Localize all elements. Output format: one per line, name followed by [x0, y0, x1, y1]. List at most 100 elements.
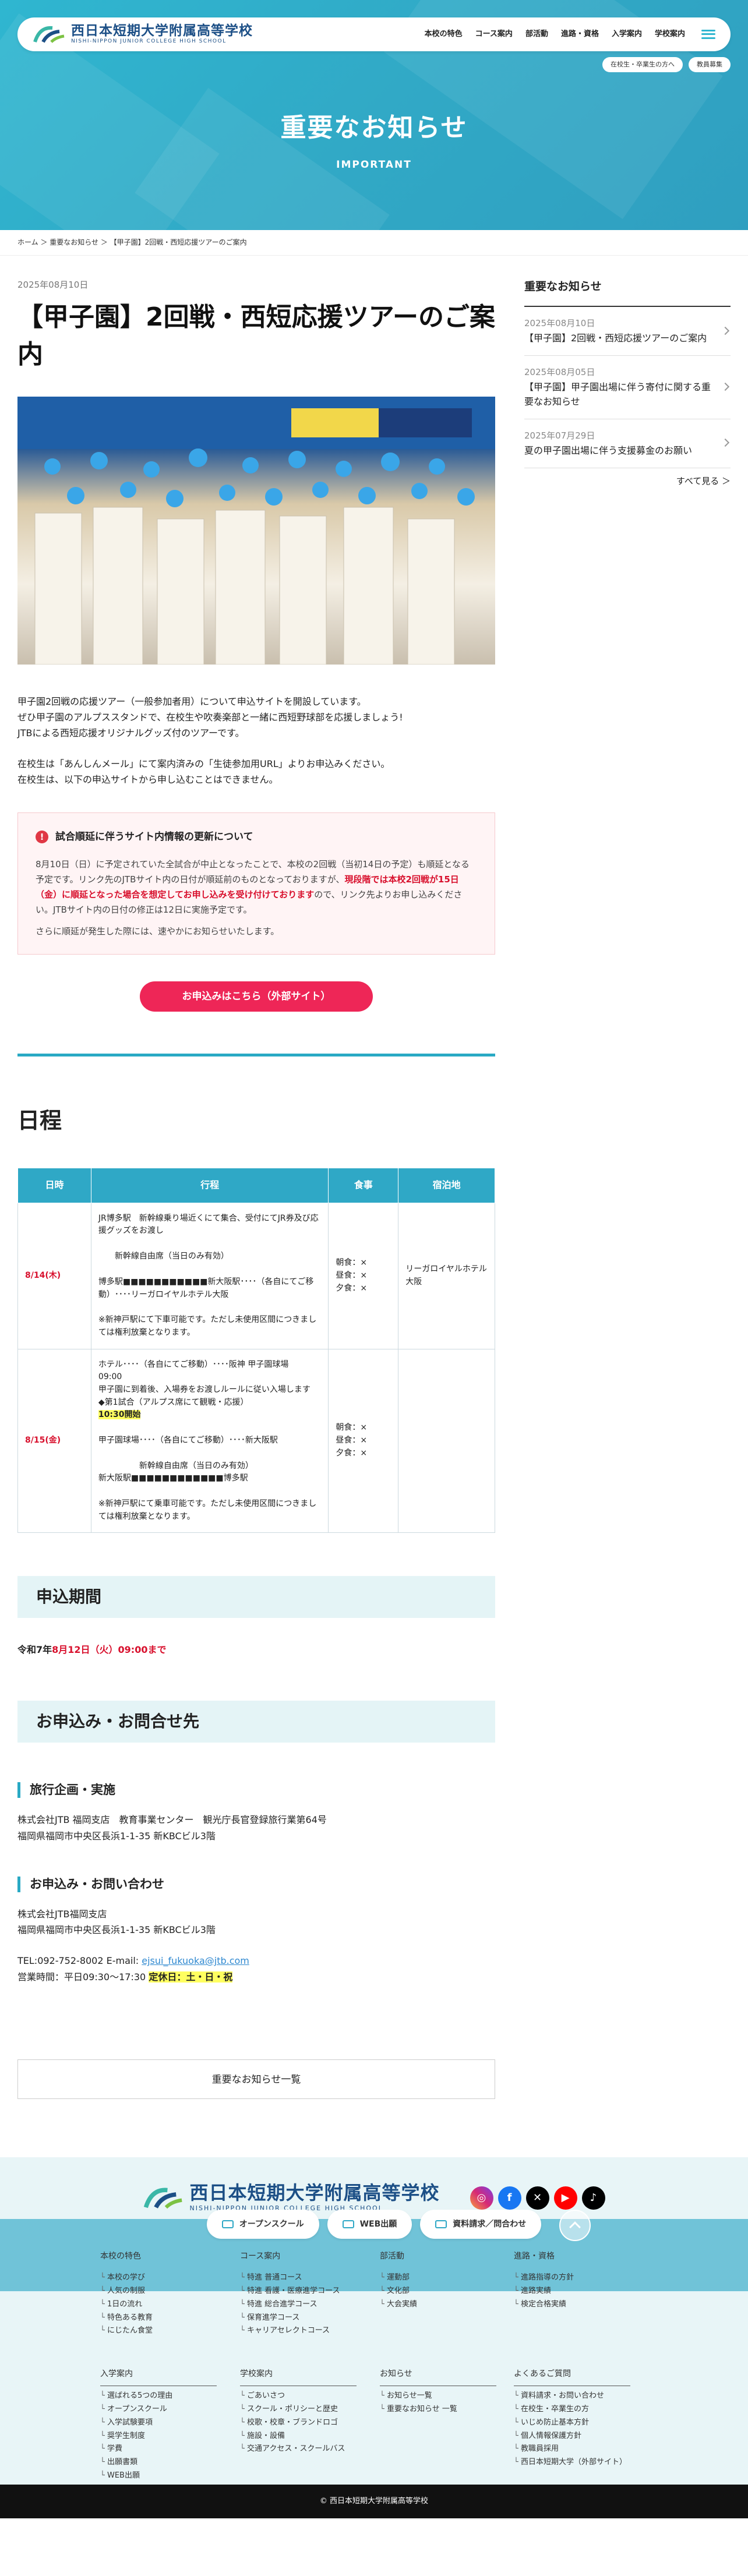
footer-link[interactable]: 進路実績 [514, 2285, 630, 2298]
footer-column-heading[interactable]: 本校の特色 [100, 2249, 217, 2268]
facebook-icon[interactable]: f [498, 2186, 521, 2210]
footer-link[interactable]: 個人情報保護方針 [514, 2430, 630, 2443]
request-info-button[interactable]: 資料請求／問合わせ [420, 2209, 542, 2239]
footer-link[interactable]: 進路指導の方針 [514, 2271, 630, 2285]
footer-column-heading[interactable]: 部活動 [380, 2249, 496, 2268]
section-divider [17, 1053, 495, 1056]
itinerary-line: 甲子園球場････（各自にてご移動）････新大阪駅 [98, 1436, 278, 1446]
x-icon[interactable]: ✕ [525, 2186, 549, 2210]
nav-clubs[interactable]: 部活動 [525, 29, 548, 41]
footer-column-heading[interactable]: コース案内 [240, 2249, 357, 2268]
subnav-recruit[interactable]: 教員募集 [689, 57, 731, 72]
nav-about[interactable]: 学校案内 [655, 29, 685, 41]
footer-link[interactable]: 人気の制服 [100, 2285, 217, 2298]
tiktok-icon[interactable]: ♪ [581, 2186, 605, 2210]
inquiry-line: 株式会社JTB福岡支店 [17, 1909, 107, 1920]
article-date: 2025年08月10日 [17, 280, 89, 290]
footer-link[interactable]: 施設・設備 [240, 2430, 357, 2443]
see-all-link[interactable]: すべて見る ＞ [524, 474, 731, 488]
footer-link[interactable]: 奨学生制度 [100, 2430, 217, 2443]
intro-line: ぜひ甲子園のアルプススタンドで、在校生や吹奏楽部と一緒に西短野球部を応援しましょ… [17, 711, 403, 723]
footer-link[interactable]: 特進 普通コース [240, 2271, 357, 2285]
footer-column-heading[interactable]: 入学案内 [100, 2367, 217, 2387]
table-header: 宿泊地 [398, 1167, 495, 1203]
sidebar-item[interactable]: 2025年08月05日 【甲子園】甲子園出場に伴う寄付に関する重要なお知らせ [524, 356, 731, 419]
footer-link[interactable]: 入学試験要項 [100, 2416, 217, 2430]
schedule-title: 日程 [17, 1107, 62, 1133]
footer-link[interactable]: 検定合格実績 [514, 2298, 630, 2312]
footer-column-heading[interactable]: 学校案内 [240, 2367, 357, 2387]
logo-mark-icon [33, 24, 65, 44]
footer-link[interactable]: 資料請求・お問い合わせ [514, 2390, 630, 2403]
itinerary-line: 新大阪駅■■■■■■■■■■■■博多駅 [98, 1473, 248, 1483]
footer-link[interactable]: いじめ防止基本方針 [514, 2416, 630, 2430]
page-subtitle: IMPORTANT [336, 159, 412, 171]
footer-link[interactable]: 選ばれる5つの理由 [100, 2390, 217, 2403]
footer-link[interactable]: 大会実績 [380, 2298, 496, 2312]
instagram-icon[interactable]: ◎ [470, 2186, 493, 2210]
nav-career[interactable]: 進路・資格 [561, 29, 599, 41]
footer-link[interactable]: 運動部 [380, 2271, 496, 2285]
inquiry-line: 福岡県福岡市中央区長浜1-1-35 新KBCビル3階 [17, 1924, 216, 1936]
sidebar-item[interactable]: 2025年07月29日 夏の甲子園出場に伴う支援募金のお願い [524, 419, 731, 468]
apply-button[interactable]: お申込みはこちら（外部サイト） [140, 981, 373, 1012]
meal-item: 朝食：× [336, 1423, 368, 1433]
nav-admission[interactable]: 入学案内 [612, 29, 642, 41]
footer-link[interactable]: 西日本短期大学（外部サイト） [514, 2456, 630, 2469]
table-row: 8/14(木) JR博多駅 新幹線乗り場近くにて集合、受付にてJR券及び応援グッズ… [17, 1202, 495, 1349]
footer-link[interactable]: 本校の学び [100, 2271, 217, 2285]
start-time: 10:30開始 [98, 1410, 141, 1420]
web-application-button[interactable]: WEB出願 [327, 2209, 412, 2239]
itinerary-line: ホテル････（各自にてご移動）････阪神 甲子園球場 [98, 1359, 289, 1369]
footer-link[interactable]: 学費 [100, 2443, 217, 2456]
schedule-itinerary: JR博多駅 新幹線乗り場近くにて集合、受付にてJR券及び応援グッズをお渡し 新幹… [90, 1202, 329, 1349]
footer-link[interactable]: 1日の流れ [100, 2298, 217, 2312]
period-prefix: 令和7年 [17, 1644, 52, 1656]
site-logo[interactable]: 西日本短期大学附属高等学校 NISHI-NIPPON JUNIOR COLLEG… [33, 24, 253, 44]
footer-link[interactable]: 出願書類 [100, 2456, 217, 2469]
table-row: 8/15(金) ホテル････（各自にてご移動）････阪神 甲子園球場 09:00… [17, 1348, 495, 1533]
footer-link[interactable]: 保育進学コース [240, 2312, 357, 2325]
menu-icon[interactable] [701, 29, 715, 39]
footer-column: よくあるご質問資料請求・お問い合わせ在校生・卒業生の方いじめ防止基本方針個人情報… [514, 2367, 630, 2469]
breadcrumb[interactable]: ホーム ＞ 重要なお知らせ ＞ 【甲子園】2回戦・西短応援ツアーのご案内 [0, 230, 748, 256]
footer-column: 入学案内選ばれる5つの理由オープンスクール入学試験要項奨学生制度学費出願書類WE… [100, 2367, 217, 2483]
footer-link[interactable]: 特進 看護・医療進学コース [240, 2285, 357, 2298]
email-link[interactable]: ejsui_fukuoka@jtb.com [142, 1955, 249, 1966]
footer-logo[interactable]: 西日本短期大学附属高等学校 NISHI-NIPPON JUNIOR COLLEG… [143, 2181, 440, 2214]
footer-link[interactable]: 文化部 [380, 2285, 496, 2298]
notice-list-button[interactable]: 重要なお知らせ一覧 [17, 2059, 495, 2099]
hero: 西日本短期大学附属高等学校 NISHI-NIPPON JUNIOR COLLEG… [0, 0, 748, 230]
footer-link[interactable]: 特進 総合進学コース [240, 2298, 357, 2312]
footer-link[interactable]: お知らせ一覧 [380, 2390, 496, 2403]
footer-link[interactable]: 在校生・卒業生の方 [514, 2403, 630, 2416]
back-to-top-button[interactable] [559, 2209, 591, 2241]
footer-link[interactable]: 校歌・校章・ブランドロゴ [240, 2416, 357, 2430]
intro-line: 甲子園2回戦の応援ツアー（一般参加者用）について申込サイトを開設しています。 [17, 695, 366, 707]
button-label: 資料請求／問合わせ [453, 2219, 527, 2229]
footer-link[interactable]: 特色ある教育 [100, 2312, 217, 2325]
footer-link[interactable]: WEB出願 [100, 2469, 217, 2483]
footer-column-heading[interactable]: よくあるご質問 [514, 2367, 630, 2387]
footer-link[interactable]: 重要なお知らせ 一覧 [380, 2403, 496, 2416]
footer-column-heading[interactable]: 進路・資格 [514, 2249, 630, 2268]
footer-logo-text: 西日本短期大学附属高等学校 [189, 2181, 440, 2204]
footer-column-heading[interactable]: お知らせ [380, 2367, 496, 2387]
footer-link[interactable]: スクール・ポリシーと歴史 [240, 2403, 357, 2416]
subnav-students[interactable]: 在校生・卒業生の方へ [602, 57, 683, 72]
footer-link[interactable]: ごあいさつ [240, 2390, 357, 2403]
footer-link[interactable]: キャリアセレクトコース [240, 2324, 357, 2338]
youtube-icon[interactable]: ▶ [553, 2186, 577, 2210]
sidebar-item[interactable]: 2025年08月10日 【甲子園】2回戦・西短応援ツアーのご案内 [524, 307, 731, 356]
nav-courses[interactable]: コース案内 [475, 29, 513, 41]
tel-email-line: TEL:092-752-8002 E-mail: ejsui_fukuoka@j… [17, 1953, 495, 1969]
footer-link[interactable]: 交通アクセス・スクールバス [240, 2443, 357, 2456]
itinerary-line: 甲子園に到着後、入場券をお渡しルールに従い入場します [98, 1384, 311, 1394]
footer-link[interactable]: にじたん食堂 [100, 2324, 217, 2338]
contact-band: お申込み・お問合せ先 [17, 1701, 495, 1743]
nav-features[interactable]: 本校の特色 [425, 29, 463, 41]
footer-link[interactable]: オープンスクール [100, 2403, 217, 2416]
footer-link[interactable]: 教職員採用 [514, 2443, 630, 2456]
itinerary-line: ◆第1試合（アルプス席にて観戦・応援） [98, 1397, 249, 1407]
open-school-button[interactable]: オープンスクール [206, 2209, 319, 2239]
